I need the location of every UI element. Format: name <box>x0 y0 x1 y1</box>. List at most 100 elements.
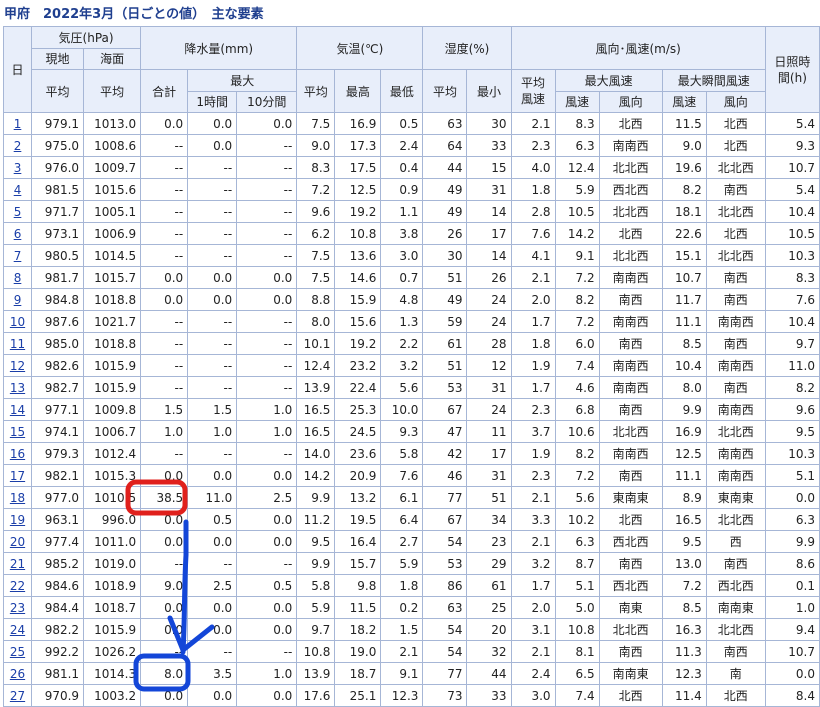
day-link[interactable]: 12 <box>10 359 25 373</box>
col-max-wind-dir: 風向 <box>598 90 663 113</box>
table-cell: 15.6 <box>334 310 382 333</box>
table-cell: 16.9 <box>661 420 707 443</box>
day-cell: 13 <box>2 376 33 399</box>
table-cell: 15 <box>466 156 512 179</box>
table-cell: 23 <box>466 530 512 553</box>
table-cell: 9.5 <box>296 530 336 553</box>
table-cell: 南南西 <box>705 398 766 421</box>
table-cell: 6.2 <box>296 222 336 245</box>
day-link[interactable]: 26 <box>10 667 25 681</box>
table-cell: 10.8 <box>334 222 382 245</box>
day-link[interactable]: 13 <box>10 381 25 395</box>
table-cell: -- <box>187 178 238 201</box>
table-row: 2 975.0 1008.6 -- 0.0 -- 9.0 17.3 2.4 64 33 2.3 6.3 南… <box>2 134 820 157</box>
table-cell: 2.1 <box>510 266 556 289</box>
table-cell: 6.4 <box>380 508 424 531</box>
table-cell: 54 <box>422 618 468 641</box>
day-link[interactable]: 3 <box>14 161 22 175</box>
table-cell: 8.6 <box>764 552 820 575</box>
day-link[interactable]: 10 <box>10 315 25 329</box>
day-link[interactable]: 14 <box>10 403 25 417</box>
table-cell: 4.6 <box>554 376 600 399</box>
day-link[interactable]: 20 <box>10 535 25 549</box>
table-cell: 18.7 <box>334 662 382 685</box>
table-cell: 1014.3 <box>83 662 142 685</box>
day-link[interactable]: 8 <box>14 271 22 285</box>
table-row: 20 977.4 1011.0 0.0 0.0 0.0 9.5 16.4 2.7 54 23 2.1 6… <box>2 530 820 553</box>
day-link[interactable]: 23 <box>10 601 25 615</box>
day-link[interactable]: 2 <box>14 139 22 153</box>
day-link[interactable]: 4 <box>14 183 22 197</box>
table-cell: 3.8 <box>380 222 424 245</box>
table-cell: -- <box>236 200 298 223</box>
table-cell: 南西 <box>598 398 663 421</box>
table-cell: 4.1 <box>510 244 556 267</box>
day-link[interactable]: 25 <box>10 645 25 659</box>
table-cell: 6.8 <box>554 398 600 421</box>
table-cell: 8.0 <box>661 376 707 399</box>
table-cell: 0.9 <box>380 178 424 201</box>
day-link[interactable]: 15 <box>10 425 25 439</box>
day-link[interactable]: 16 <box>10 447 25 461</box>
col-precip: 降水量(mm) <box>140 26 298 70</box>
table-cell: 4.8 <box>380 288 424 311</box>
table-cell: 5.0 <box>554 596 600 619</box>
table-cell: 16.4 <box>334 530 382 553</box>
table-cell: 0.0 <box>140 266 189 289</box>
table-cell: 12.3 <box>380 684 424 707</box>
table-cell: 980.5 <box>31 244 85 267</box>
table-cell: 南西 <box>598 464 663 487</box>
table-cell: 2.1 <box>380 640 424 663</box>
table-cell: 25 <box>466 596 512 619</box>
day-link[interactable]: 9 <box>14 293 22 307</box>
table-cell: 1.1 <box>380 200 424 223</box>
day-link[interactable]: 6 <box>14 227 22 241</box>
table-cell: 8.3 <box>554 112 600 135</box>
table-cell: 53 <box>422 552 468 575</box>
table-cell: 9.3 <box>764 134 820 157</box>
table-cell: 0.0 <box>187 464 238 487</box>
table-cell: 西 <box>705 530 766 553</box>
table-cell: -- <box>236 640 298 663</box>
table-cell: -- <box>187 310 238 333</box>
day-link[interactable]: 17 <box>10 469 25 483</box>
table-cell: 0.0 <box>236 112 298 135</box>
table-cell: 61 <box>466 574 512 597</box>
table-cell: 25.3 <box>334 398 382 421</box>
day-link[interactable]: 7 <box>14 249 22 263</box>
table-cell: 1.3 <box>380 310 424 333</box>
table-cell: 10.1 <box>296 332 336 355</box>
table-row: 14 977.1 1009.8 1.5 1.5 1.0 16.5 25.3 10.0 67 24 2.… <box>2 398 820 421</box>
table-cell: -- <box>187 354 238 377</box>
table-cell: 10.2 <box>554 508 600 531</box>
table-cell: 32 <box>466 640 512 663</box>
table-cell: 8.2 <box>764 376 820 399</box>
table-cell: 1015.6 <box>83 178 142 201</box>
day-link[interactable]: 24 <box>10 623 25 637</box>
table-cell: 2.7 <box>380 530 424 553</box>
day-link[interactable]: 11 <box>10 337 25 351</box>
table-cell: 54 <box>422 530 468 553</box>
day-link[interactable]: 21 <box>10 557 25 571</box>
table-cell: -- <box>140 640 189 663</box>
col-humidity-min: 最小 <box>466 69 512 113</box>
day-link[interactable]: 18 <box>10 491 25 505</box>
table-cell: 9.1 <box>380 662 424 685</box>
table-cell: 14.2 <box>554 222 600 245</box>
avg-wind-label-2: 風速 <box>521 92 546 106</box>
col-sunshine: 日照時間(h) <box>764 26 820 113</box>
table-cell: 1.9 <box>510 354 556 377</box>
day-link[interactable]: 1 <box>14 117 22 131</box>
table-cell: 1.0 <box>236 398 298 421</box>
table-cell: 1018.8 <box>83 288 142 311</box>
table-cell: -- <box>140 310 189 333</box>
table-cell: 8.3 <box>296 156 336 179</box>
day-link[interactable]: 27 <box>10 689 25 703</box>
day-link[interactable]: 22 <box>10 579 25 593</box>
col-max-gust-dir: 風向 <box>705 90 766 113</box>
day-link[interactable]: 5 <box>14 205 22 219</box>
day-link[interactable]: 19 <box>10 513 25 527</box>
day-cell: 2 <box>2 134 33 157</box>
table-cell: 1003.2 <box>83 684 142 707</box>
table-cell: 南南西 <box>705 310 766 333</box>
